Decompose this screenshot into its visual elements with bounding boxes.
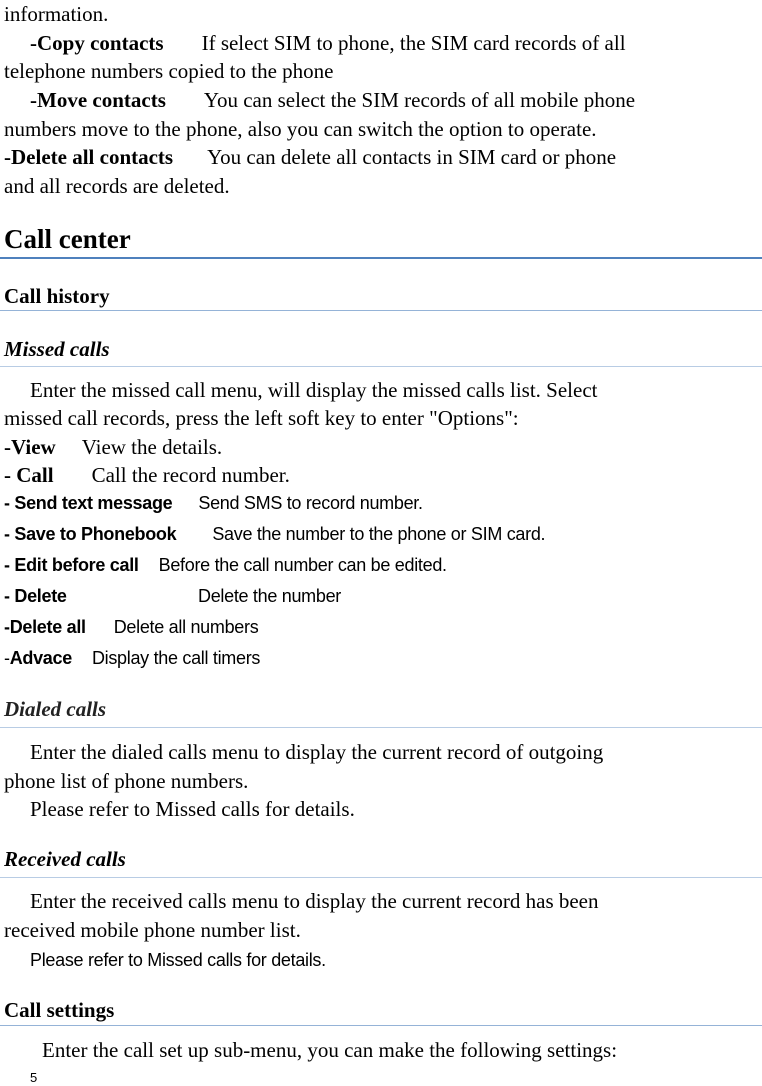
delete-all-contacts-label: -Delete all contacts: [4, 145, 174, 169]
option-delete-all: -Delete all Delete all numbers: [4, 613, 259, 641]
move-contacts-text-cont: numbers move to the phone, also you can …: [4, 117, 597, 141]
move-contacts-item: -Move contacts You can select the SIM rec…: [30, 86, 635, 114]
intro-line: information.: [4, 2, 109, 26]
missed-calls-para: Enter the missed call menu, will display…: [30, 378, 598, 402]
received-calls-refer: Please refer to Missed calls for details…: [30, 950, 326, 970]
option-view: -View View the details.: [4, 433, 222, 461]
received-calls-divider: [0, 877, 762, 878]
section-title: Call center: [4, 224, 131, 254]
dialed-calls-para-cont: phone list of phone numbers.: [4, 769, 249, 793]
received-calls-para-cont: received mobile phone number list.: [4, 918, 301, 942]
dialed-calls-para: Enter the dialed calls menu to display t…: [30, 740, 604, 764]
option-text: Before the call number can be edited.: [158, 555, 447, 575]
copy-contacts-item: -Copy contacts If select SIM to phone, th…: [30, 29, 626, 57]
call-settings-divider: [0, 1025, 762, 1026]
option-text: Display the call timers: [91, 648, 261, 668]
subsection-title: Call history: [4, 284, 110, 308]
option-label: -View: [4, 435, 56, 459]
option-label: - Call: [4, 463, 54, 487]
option-text: Send SMS to record number.: [198, 493, 423, 513]
option-text: Save the number to the phone or SIM card…: [212, 524, 546, 544]
dialed-calls-title: Dialed calls: [4, 697, 107, 721]
delete-all-contacts-item: -Delete all contacts You can delete all c…: [4, 143, 616, 171]
subsection-divider: [0, 310, 762, 311]
option-label: - Save to Phonebook: [4, 524, 177, 544]
option-label: - Delete: [4, 586, 67, 606]
copy-contacts-text-cont: telephone numbers copied to the phone: [4, 59, 334, 83]
dialed-calls-refer: Please refer to Missed calls for details…: [30, 797, 355, 821]
option-text: View the details.: [81, 435, 223, 459]
option-save-to-phonebook: - Save to Phonebook Save the number to th…: [4, 520, 546, 548]
move-contacts-label: -Move contacts: [30, 88, 166, 112]
option-call: - Call Call the record number.: [4, 461, 290, 489]
section-divider: [0, 257, 762, 259]
call-settings-para: Enter the call set up sub-menu, you can …: [42, 1038, 618, 1062]
option-delete: - Delete Delete the number: [4, 582, 341, 610]
option-text: Delete the number: [198, 586, 341, 606]
option-send-text-message: - Send text message Send SMS to record nu…: [4, 489, 423, 517]
option-text: Delete all numbers: [113, 617, 259, 637]
received-calls-para: Enter the received calls menu to display…: [30, 889, 599, 913]
move-contacts-text: You can select the SIM records of all mo…: [203, 88, 636, 112]
missed-calls-divider: [0, 366, 762, 367]
option-edit-before-call: - Edit before call Before the call number…: [4, 551, 447, 579]
received-calls-title: Received calls: [4, 847, 126, 871]
delete-all-contacts-text-cont: and all records are deleted.: [4, 174, 230, 198]
option-label: Advace: [9, 648, 73, 668]
call-settings-title: Call settings: [4, 998, 115, 1022]
page-number: 5: [30, 1070, 38, 1085]
option-text: Call the record number.: [91, 463, 290, 487]
copy-contacts-text: If select SIM to phone, the SIM card rec…: [201, 31, 626, 55]
copy-contacts-label: -Copy contacts: [30, 31, 164, 55]
option-label: -Delete all: [4, 617, 86, 637]
option-label: - Edit before call: [4, 555, 139, 575]
missed-calls-title: Missed calls: [4, 337, 110, 361]
dialed-calls-divider: [0, 727, 762, 728]
missed-calls-para-cont: missed call records, press the left soft…: [4, 406, 519, 430]
option-label: - Send text message: [4, 493, 173, 513]
delete-all-contacts-text: You can delete all contacts in SIM card …: [207, 145, 617, 169]
option-advace: -Advace Display the call timers: [4, 644, 260, 672]
